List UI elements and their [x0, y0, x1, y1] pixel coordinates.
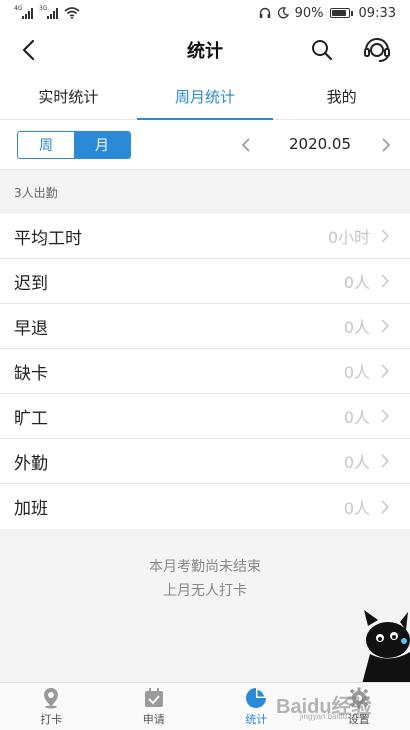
row-label: 缺卡: [14, 363, 48, 384]
pie-chart-icon: [246, 687, 267, 708]
network-type-2: 3G: [39, 4, 48, 12]
location-pin-icon: [44, 687, 59, 708]
tab-label: 实时统计: [38, 88, 99, 106]
stat-row-absent[interactable]: 旷工 0人: [0, 394, 410, 439]
row-value: 0人: [343, 363, 370, 382]
notice-line-2: 上月无人打卡: [163, 583, 247, 599]
row-value: 0人: [343, 408, 370, 427]
month-option[interactable]: 月: [74, 132, 130, 158]
attendance-notice: 本月考勤尚未结束 上月无人打卡: [0, 555, 410, 603]
tab-weekly-monthly-stats[interactable]: 周月统计: [136, 74, 274, 120]
attendance-count: 3人出勤: [0, 171, 410, 214]
app-header: 统计: [0, 26, 410, 74]
customer-service-icon[interactable]: [362, 36, 392, 64]
chevron-right-icon: [381, 229, 390, 243]
row-label: 加班: [14, 499, 48, 519]
tab-label: 统计: [245, 712, 268, 726]
cellular-signal-2-icon: 3G: [39, 4, 58, 19]
stats-tabs: 实时统计 周月统计 我的: [0, 74, 410, 120]
notice-line-1: 本月考勤尚未结束: [149, 559, 261, 575]
back-arrow-icon[interactable]: [18, 38, 42, 62]
chevron-right-icon: [381, 409, 390, 423]
row-label: 早退: [14, 318, 48, 339]
row-label: 迟到: [14, 273, 48, 294]
clock: 09:33: [358, 5, 396, 21]
week-option[interactable]: 周: [18, 132, 74, 158]
stat-row-late[interactable]: 迟到 0人: [0, 259, 410, 304]
row-label: 旷工: [14, 408, 48, 429]
row-value: 0人: [343, 498, 370, 518]
calendar-check-icon: [144, 687, 163, 707]
page-title: 统计: [187, 41, 223, 62]
chevron-right-icon: [381, 454, 390, 468]
tab-realtime-stats[interactable]: 实时统计: [0, 74, 137, 119]
baidu-watermark-url: jingyan.baidu.com: [300, 712, 365, 721]
tab-label: 我的: [326, 88, 357, 106]
chevron-left-icon[interactable]: [238, 135, 254, 155]
status-left: 4G 3G: [14, 4, 80, 19]
period-bar: 周 月 2020.05: [0, 120, 410, 170]
stat-row-early-leave[interactable]: 早退 0人: [0, 304, 410, 349]
stat-row-field-work[interactable]: 外勤 0人: [0, 439, 410, 484]
stat-row-missing-punch[interactable]: 缺卡 0人: [0, 349, 410, 394]
chevron-right-icon: [381, 499, 390, 514]
status-bar: 4G 3G 90% 09:33: [0, 0, 410, 26]
tabbar-apply[interactable]: 申请: [103, 683, 206, 730]
row-value: 0小时: [327, 228, 370, 247]
row-value: 0人: [343, 453, 370, 472]
row-value: 0人: [343, 318, 370, 337]
tab-mine[interactable]: 我的: [273, 74, 410, 119]
network-type-1: 4G: [14, 4, 23, 12]
mascot-sticker: [362, 610, 410, 684]
tabbar-punch[interactable]: 打卡: [0, 683, 103, 730]
search-icon[interactable]: [308, 36, 336, 64]
tab-label: 申请: [142, 712, 165, 726]
row-label: 外勤: [14, 453, 48, 474]
wifi-icon: [64, 7, 80, 19]
stat-row-overtime[interactable]: 加班 0人: [0, 484, 410, 529]
tab-label: 打卡: [40, 712, 63, 726]
chevron-right-icon: [381, 274, 390, 288]
cellular-signal-icon: 4G: [14, 4, 33, 19]
headphones-icon: [259, 7, 270, 18]
chevron-right-icon: [381, 364, 390, 378]
chevron-right-icon[interactable]: [378, 135, 394, 155]
status-right: 90% 09:33: [259, 6, 396, 21]
stats-list: 平均工时 0小时 迟到 0人 早退 0人 缺卡 0人 旷工 0人 外勤 0人 加…: [0, 214, 410, 529]
tab-label: 周月统计: [175, 88, 236, 106]
moon-icon: [277, 7, 289, 19]
chevron-right-icon: [381, 319, 390, 333]
row-label: 平均工时: [14, 228, 82, 249]
stat-row-avg-hours[interactable]: 平均工时 0小时: [0, 214, 410, 259]
row-value: 0人: [343, 273, 370, 292]
week-month-toggle: 周 月: [17, 131, 131, 159]
battery-icon: [329, 8, 353, 18]
battery-percent: 90%: [294, 5, 324, 21]
current-period: 2020.05: [288, 135, 352, 153]
